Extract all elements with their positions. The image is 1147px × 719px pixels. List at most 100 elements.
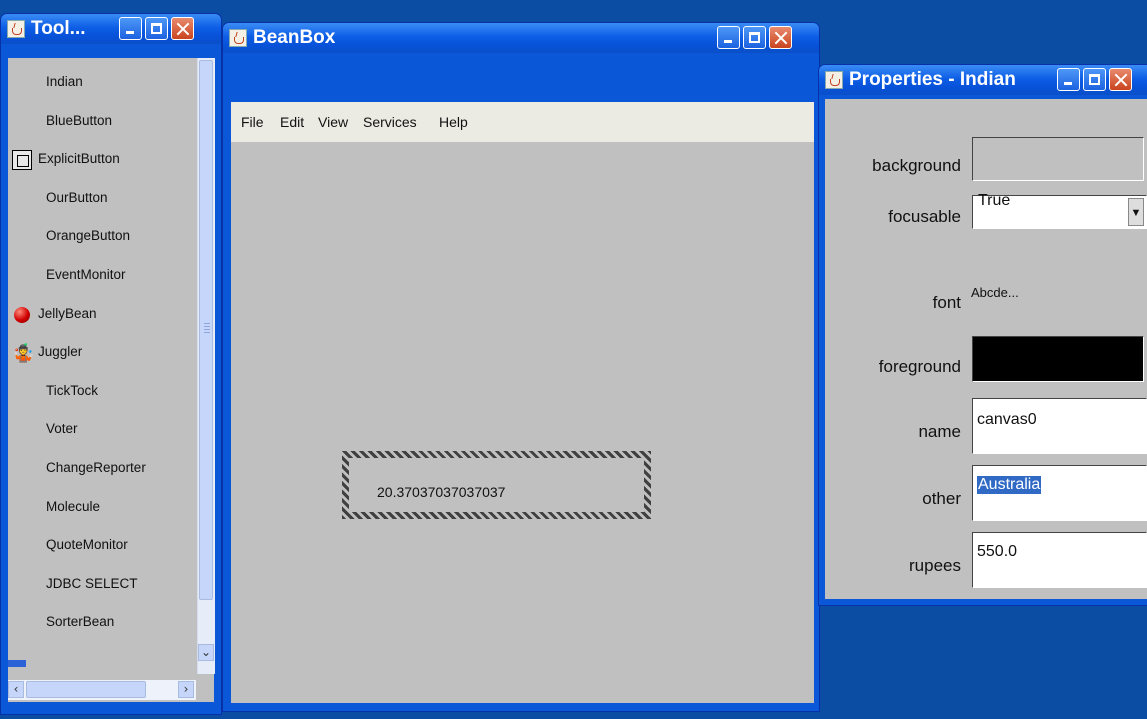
beanbox-titlebar[interactable]: BeanBox	[223, 23, 819, 53]
properties-titlebar[interactable]: Properties - Indian	[819, 65, 1147, 95]
close-button[interactable]	[1109, 68, 1132, 91]
toolbox-item[interactable]: QuoteMonitor	[16, 530, 202, 560]
beanbox-window: BeanBox File Edit View Services Help	[222, 22, 820, 712]
toolbox-item[interactable]: 🤹 Juggler	[10, 337, 196, 367]
toolbox-item-label: Juggler	[38, 344, 83, 360]
minimize-icon	[718, 27, 739, 48]
label-font: font	[932, 293, 961, 312]
menu-file[interactable]: File	[241, 102, 264, 142]
close-icon	[172, 18, 193, 39]
maximize-icon	[146, 18, 167, 39]
close-icon	[770, 27, 791, 48]
other-field[interactable]: Australia	[972, 465, 1147, 521]
bean-value: 20.37037037037037	[377, 484, 506, 500]
toolbox-item-label: Voter	[46, 421, 78, 437]
label-foreground: foreground	[878, 357, 961, 376]
minimize-button[interactable]	[717, 26, 740, 49]
toolbox-item[interactable]: Molecule	[16, 492, 202, 522]
toolbox-item[interactable]: BlueButton	[16, 106, 202, 136]
toolbox-item-label: ExplicitButton	[38, 151, 120, 167]
focusable-select[interactable]: True ▼	[972, 192, 1147, 229]
scroll-right-button[interactable]: ›	[178, 681, 194, 698]
beanbox-title: BeanBox	[253, 27, 336, 48]
toolbox-item-label: Molecule	[46, 498, 101, 514]
close-button[interactable]	[769, 26, 792, 49]
foreground-color-swatch[interactable]	[972, 336, 1144, 382]
toolbox-item-label: JDBC SELECT	[46, 575, 138, 591]
horizontal-scroll-thumb[interactable]	[26, 681, 146, 698]
background-color-swatch[interactable]	[972, 137, 1144, 181]
maximize-icon	[744, 27, 765, 48]
toolbox-titlebar[interactable]: Tool...	[1, 14, 221, 44]
toolbox-item[interactable]: OurButton	[16, 183, 202, 213]
maximize-button[interactable]	[1083, 68, 1106, 91]
toolbox-title: Tool...	[31, 18, 86, 39]
name-field[interactable]: canvas0	[972, 398, 1147, 454]
chevron-right-icon: ›	[183, 682, 189, 696]
toolbox-item-label: JellyBean	[38, 305, 97, 321]
toolbox-item[interactable]: Voter	[16, 414, 202, 444]
other-value: Australia	[977, 476, 1042, 494]
label-background: background	[872, 156, 961, 175]
chevron-left-icon: ‹	[13, 682, 19, 696]
toolbox-item[interactable]: ExplicitButton	[10, 144, 196, 174]
scroll-left-button[interactable]: ‹	[8, 681, 24, 698]
close-button[interactable]	[171, 17, 194, 40]
minimize-button[interactable]	[119, 17, 142, 40]
focusable-value: True	[978, 192, 1011, 209]
label-rupees: rupees	[909, 556, 961, 575]
java-icon	[7, 20, 25, 38]
name-value: canvas0	[977, 411, 1037, 428]
toolbox-item[interactable]: JellyBean	[10, 299, 196, 329]
toolbox-item-label: QuoteMonitor	[46, 537, 128, 553]
toolbox-item-label: SorterBean	[46, 614, 115, 630]
rupees-field[interactable]: 550.0	[972, 532, 1147, 588]
minimize-icon	[120, 18, 141, 39]
maximize-icon	[1084, 69, 1105, 90]
minimize-button[interactable]	[1057, 68, 1080, 91]
beanbox-canvas[interactable]	[231, 121, 814, 703]
toolbox-item[interactable]: SorterBean	[16, 607, 202, 637]
font-value[interactable]: Abcde...	[971, 285, 1019, 300]
java-icon	[229, 29, 247, 47]
rupees-value: 550.0	[977, 543, 1018, 560]
minimize-icon	[1058, 69, 1079, 90]
menu-view[interactable]: View	[318, 102, 348, 142]
java-icon	[825, 71, 843, 89]
label-other: other	[922, 489, 961, 508]
toolbox-item[interactable]: EventMonitor	[16, 260, 202, 290]
toolbox-item-label: TickTock	[46, 382, 99, 398]
toolbox-client: Indian BlueButton ExplicitButton OurButton O…	[8, 58, 214, 702]
explicit-button-icon	[12, 150, 32, 171]
toolbox-item-label: OurButton	[46, 189, 108, 205]
label-name: name	[918, 422, 961, 441]
scroll-thumb[interactable]	[199, 60, 213, 600]
menu-edit[interactable]: Edit	[280, 102, 304, 142]
toolbox-item[interactable]: Indian	[16, 67, 202, 97]
jellybean-icon	[12, 305, 32, 325]
partial-bean-icon	[8, 660, 26, 667]
toolbox-vertical-scrollbar[interactable]: ⌄	[197, 58, 215, 674]
toolbox-horizontal-scrollbar[interactable]: ‹ ›	[8, 680, 196, 700]
maximize-button[interactable]	[743, 26, 766, 49]
toolbox-item[interactable]: OrangeButton	[16, 221, 202, 251]
toolbox-item-label: Indian	[46, 74, 83, 89]
toolbox-item[interactable]: ChangeReporter	[16, 453, 202, 483]
label-focusable: focusable	[888, 207, 961, 226]
juggler-icon: 🤹	[12, 343, 35, 364]
menu-help[interactable]: Help	[439, 102, 468, 142]
toolbox-item-label: ChangeReporter	[46, 460, 146, 475]
toolbox-item-label: EventMonitor	[46, 267, 126, 282]
toolbox-list: Indian BlueButton ExplicitButton OurButton O…	[12, 58, 202, 678]
scroll-down-button[interactable]: ⌄	[198, 644, 214, 661]
toolbox-item[interactable]: JDBC SELECT	[16, 569, 202, 599]
toolbox-item[interactable]: TickTock	[16, 376, 202, 406]
toolbox-item-label: BlueButton	[46, 112, 113, 128]
dropdown-arrow-icon[interactable]: ▼	[1128, 198, 1144, 226]
maximize-button[interactable]	[145, 17, 168, 40]
close-icon	[1110, 69, 1131, 90]
menu-services[interactable]: Services	[363, 102, 417, 142]
beanbox-menubar: File Edit View Services Help	[231, 102, 814, 142]
properties-title: Properties - Indian	[849, 69, 1016, 90]
toolbox-item-label: OrangeButton	[46, 228, 131, 244]
